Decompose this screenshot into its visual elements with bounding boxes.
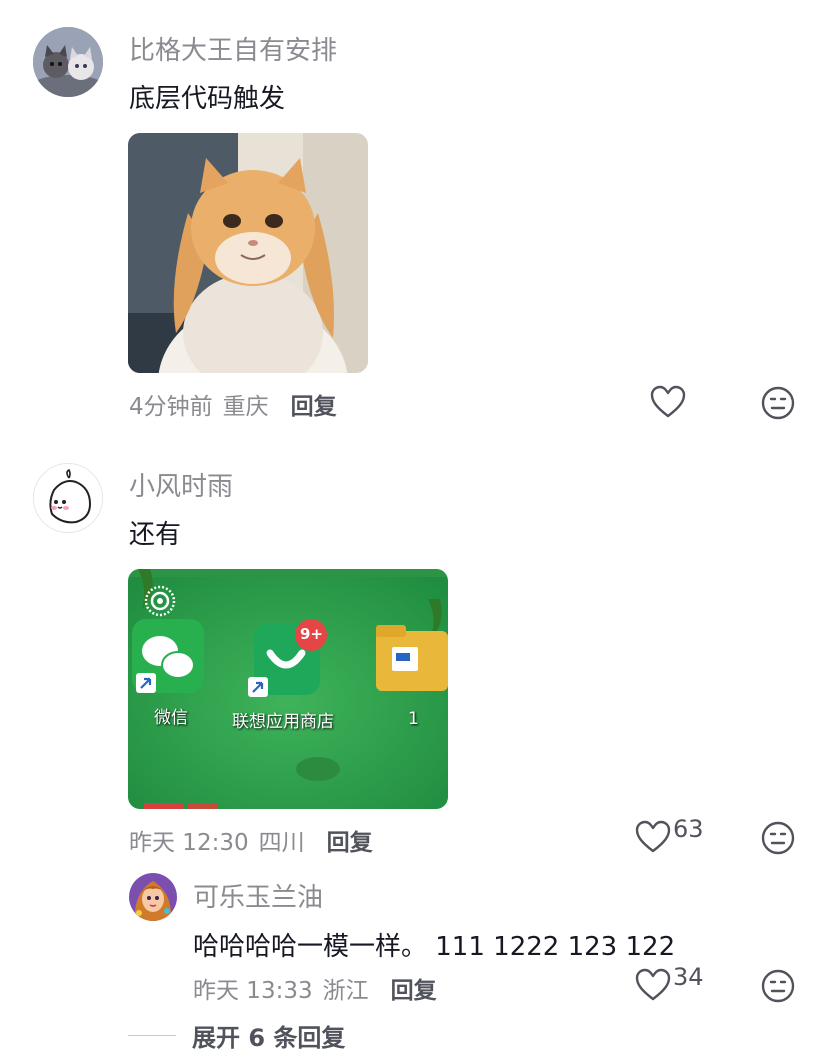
like-count: 63	[673, 815, 704, 843]
neutral-face-icon	[761, 969, 795, 1003]
reply-location: 浙江	[322, 978, 369, 1004]
dislike-button[interactable]	[760, 968, 796, 1008]
divider-line	[128, 1035, 176, 1036]
like-button[interactable]: 34	[635, 963, 704, 1002]
username[interactable]: 小风时雨	[129, 466, 233, 503]
reply-meta: 昨天 13:33 浙江 回复	[193, 971, 437, 1005]
like-button[interactable]: 63	[635, 815, 704, 854]
like-count: 34	[673, 963, 704, 991]
user-avatar[interactable]	[33, 463, 103, 533]
reply-button[interactable]: 回复	[291, 387, 337, 421]
expand-replies-button[interactable]: 展开 6 条回复	[128, 1018, 345, 1053]
comment-meta: 4分钟前 重庆 回复	[129, 387, 337, 421]
app-label-wechat: 微信	[154, 708, 188, 728]
dislike-button[interactable]	[760, 820, 796, 860]
reply-text: 哈哈哈哈一模一样。 111 1222 123 122	[193, 932, 676, 962]
reply-time: 昨天 13:33	[193, 978, 313, 1004]
heart-icon	[650, 385, 686, 418]
app-label-folder: 1	[408, 709, 419, 729]
heart-icon	[635, 968, 671, 1001]
reply-button[interactable]: 回复	[391, 971, 437, 1005]
heart-icon	[635, 820, 671, 853]
neutral-face-icon	[761, 386, 795, 420]
cartoon-face-avatar-icon	[34, 464, 102, 532]
kittens-avatar-icon	[33, 27, 103, 97]
dislike-button[interactable]	[760, 385, 796, 425]
cat-photo-icon	[128, 133, 368, 373]
user-avatar[interactable]	[129, 873, 177, 921]
comment-time: 昨天 12:30	[129, 830, 249, 856]
anime-girl-avatar-icon	[129, 873, 177, 921]
comment-text: 还有	[129, 520, 182, 550]
phone-screen-photo-icon	[128, 569, 448, 809]
comment-image[interactable]	[128, 133, 368, 373]
notification-badge: 9+	[300, 625, 324, 643]
username[interactable]: 比格大王自有安排	[129, 30, 337, 67]
user-avatar[interactable]	[33, 27, 103, 97]
comment-location: 四川	[258, 830, 305, 856]
reply-button[interactable]: 回复	[327, 823, 373, 857]
comment-text: 底层代码触发	[129, 84, 286, 114]
username[interactable]: 可乐玉兰油	[193, 877, 323, 914]
app-label-lenovo-store: 联想应用商店	[232, 712, 334, 732]
like-button[interactable]	[650, 385, 688, 419]
expand-replies-label[interactable]: 展开 6 条回复	[192, 1018, 345, 1053]
comment-meta: 昨天 12:30 四川 回复	[129, 823, 373, 857]
comment-location: 重庆	[222, 394, 269, 420]
comment-image[interactable]: 微信 联想应用商店 1 9+	[128, 569, 448, 809]
comment-time: 4分钟前	[129, 394, 213, 420]
neutral-face-icon	[761, 821, 795, 855]
